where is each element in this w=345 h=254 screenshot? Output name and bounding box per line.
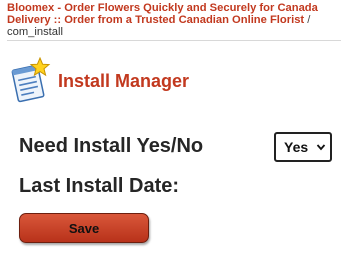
- need-install-select[interactable]: Yes: [274, 132, 332, 162]
- page-header: Install Manager: [10, 55, 189, 105]
- page-title: Install Manager: [58, 70, 190, 91]
- install-manager-icon: [11, 57, 51, 103]
- need-install-selected-value: Yes: [284, 139, 309, 155]
- breadcrumb-current: com_install: [7, 26, 63, 39]
- last-install-date-label: Last Install Date:: [19, 175, 180, 197]
- chevron-down-icon: [316, 144, 326, 151]
- save-button[interactable]: Save: [19, 213, 149, 243]
- breadcrumb: Bloomex - Order Flowers Quickly and Secu…: [7, 2, 341, 41]
- breadcrumb-home-link[interactable]: Bloomex - Order Flowers Quickly and Secu…: [7, 2, 318, 26]
- breadcrumb-separator: /: [307, 14, 311, 27]
- need-install-label: Need Install Yes/No: [19, 135, 204, 157]
